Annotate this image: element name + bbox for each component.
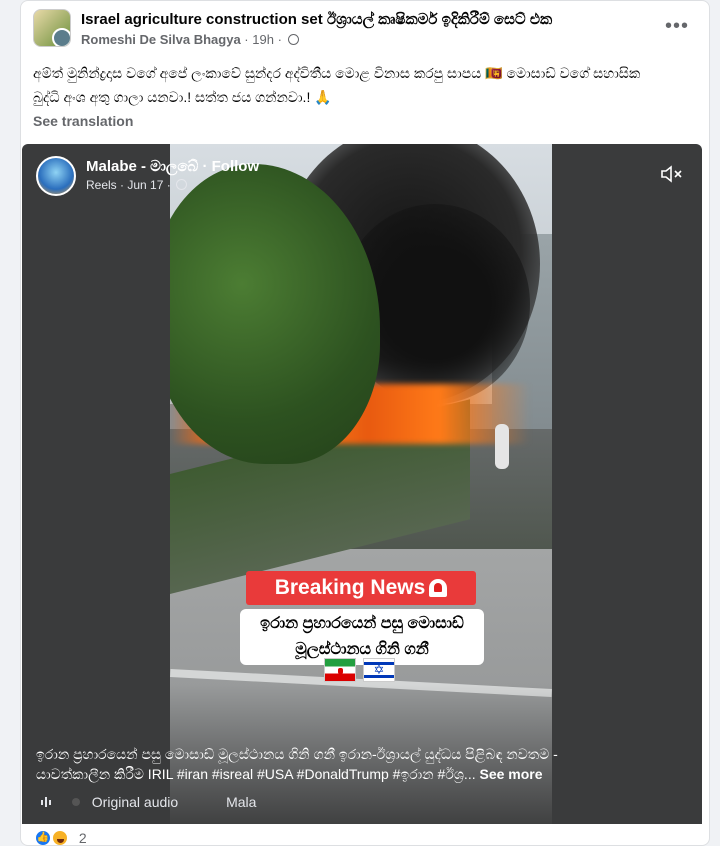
siren-icon	[429, 579, 448, 597]
post-text: අම්ත් මුනින්ද්‍රදාස වගේ අපේ ලංකාවේ සුන්ද…	[33, 61, 673, 109]
like-icon: 👍	[34, 829, 52, 845]
see-translation-link[interactable]: See translation	[33, 113, 133, 129]
audio-author[interactable]: Mala	[226, 794, 256, 810]
page-avatar[interactable]	[36, 156, 76, 196]
video-overlay-caption: ඉරාන ප්‍රහාරයෙන් පසු මොසාඩ් මූලස්ථානය ගි…	[240, 609, 484, 665]
page-name-line: Malabe - මාලබේ · Follow	[86, 158, 259, 175]
post-card: Israel agriculture construction set ඊශ්‍…	[20, 0, 710, 846]
caption-line-2: යාවත්කාලීන කිරීම IRIL #iran #isreal #USA…	[36, 764, 596, 784]
israel-flag-icon	[363, 658, 396, 682]
audio-bars-icon	[41, 797, 51, 807]
more-options-icon[interactable]: •••	[665, 15, 689, 38]
post-text-line: බුද්ධි අංශ අතු ගාලා යනවා.! සත්ත ජය ගන්නව…	[33, 89, 332, 105]
audio-dot	[71, 798, 80, 806]
muted-speaker-icon[interactable]	[660, 164, 684, 184]
haha-icon	[51, 829, 70, 845]
reactions-summary[interactable]: 👍 2	[34, 829, 87, 845]
caption-line: යාවත්කාලීන කිරීම IRIL #iran #isreal #USA…	[36, 766, 476, 782]
globe-icon	[176, 179, 188, 190]
caption-line: ඉරාන ප්‍රහාරයෙන් පසු මොසාඩ් මූලස්ථානය ගි…	[36, 746, 558, 762]
author-line: Romeshi De Silva Bhagya · 19h ·	[81, 32, 299, 47]
reels-source[interactable]: Reels	[86, 178, 117, 192]
audio-row[interactable]: Original audio Mala	[40, 794, 256, 814]
shared-reel[interactable]: Malabe - මාලබේ · Follow Reels · Jun 17 ·…	[22, 144, 702, 824]
video-person	[495, 424, 509, 469]
flags-row	[324, 658, 398, 684]
breaking-news-banner: Breaking News	[246, 571, 476, 605]
audio-label[interactable]: Original audio	[92, 794, 178, 810]
post-time[interactable]: 19h	[252, 32, 274, 47]
group-name[interactable]: Israel agriculture construction set ඊශ්‍…	[81, 11, 552, 28]
reel-video[interactable]	[170, 144, 552, 824]
author-name[interactable]: Romeshi De Silva Bhagya	[81, 32, 241, 47]
author-avatar[interactable]	[52, 28, 70, 46]
separator-dot: ·	[202, 158, 212, 175]
reels-meta: Reels · Jun 17 ·	[86, 178, 188, 192]
reel-caption: ඉරාන ප්‍රහාරයෙන් පසු මොසාඩ් මූලස්ථානය ගි…	[36, 744, 596, 784]
see-more-link[interactable]: See more	[480, 766, 543, 782]
separator-dot: ·	[166, 178, 175, 192]
globe-icon	[287, 34, 299, 45]
post-header: Israel agriculture construction set ඊශ්‍…	[21, 1, 709, 57]
group-avatar[interactable]	[33, 9, 71, 47]
post-text-line: අම්ත් මුනින්ද්‍රදාස වගේ අපේ ලංකාවේ සුන්ද…	[33, 65, 641, 81]
overlay-line: ඉරාන ප්‍රහාරයෙන් පසු මොසාඩ්	[260, 615, 464, 632]
page-name[interactable]: Malabe - මාලබේ	[86, 158, 198, 175]
reaction-count[interactable]: 2	[79, 830, 87, 845]
iran-flag-icon	[324, 658, 356, 682]
separator-dot: ·	[277, 32, 286, 47]
follow-button[interactable]: Follow	[212, 158, 260, 175]
breaking-news-label: Breaking News	[274, 576, 426, 599]
reel-date[interactable]: Jun 17	[127, 178, 163, 192]
